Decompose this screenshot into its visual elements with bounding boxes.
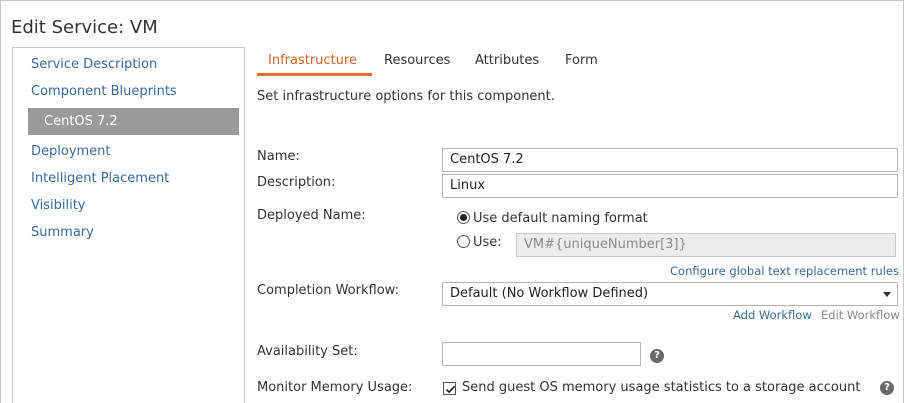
- default-naming-label: Use default naming format: [473, 211, 648, 226]
- name-input[interactable]: CentOS 7.2: [442, 148, 898, 172]
- tab-infrastructure[interactable]: Infrastructure: [268, 53, 357, 68]
- description-input[interactable]: Linux: [442, 174, 898, 198]
- sidebar-item-component-blueprints[interactable]: Component Blueprints: [31, 84, 177, 99]
- use-naming-radio[interactable]: [457, 235, 470, 248]
- completion-workflow-select[interactable]: Default (No Workflow Defined): [442, 282, 898, 306]
- completion-workflow-label: Completion Workflow:: [257, 283, 399, 298]
- sidebar-item-summary[interactable]: Summary: [31, 225, 94, 240]
- monitor-memory-checkbox-label: Send guest OS memory usage statistics to…: [462, 380, 861, 395]
- monitor-memory-label: Monitor Memory Usage:: [257, 380, 413, 395]
- active-tab-indicator: [257, 73, 372, 76]
- sidebar-item-deployment[interactable]: Deployment: [31, 144, 111, 159]
- sidebar-item-service-description[interactable]: Service Description: [31, 57, 157, 72]
- tab-attributes[interactable]: Attributes: [475, 53, 539, 68]
- availability-set-label: Availability Set:: [257, 344, 358, 359]
- custom-naming-input[interactable]: VM#{uniqueNumber[3]}: [516, 233, 896, 257]
- sidebar-item-visibility[interactable]: Visibility: [31, 198, 85, 213]
- question-circle-icon[interactable]: ?: [650, 349, 664, 363]
- intro-text: Set infrastructure options for this comp…: [257, 89, 555, 104]
- monitor-memory-checkbox[interactable]: [443, 382, 456, 395]
- sidebar: Service Description Component Blueprints…: [12, 47, 245, 403]
- deployed-name-label: Deployed Name:: [257, 208, 366, 223]
- sidebar-item-centos[interactable]: CentOS 7.2: [28, 108, 239, 135]
- default-naming-radio[interactable]: [457, 211, 470, 224]
- edit-workflow-link[interactable]: Edit Workflow: [821, 308, 900, 322]
- page-title: Edit Service: VM: [11, 17, 158, 38]
- chevron-down-icon: [883, 292, 891, 297]
- tab-form[interactable]: Form: [565, 53, 598, 68]
- add-workflow-link[interactable]: Add Workflow: [733, 308, 812, 322]
- tab-resources[interactable]: Resources: [384, 53, 450, 68]
- name-label: Name:: [257, 149, 300, 164]
- question-circle-icon[interactable]: ?: [880, 381, 894, 395]
- sidebar-item-intelligent-placement[interactable]: Intelligent Placement: [31, 171, 169, 186]
- description-label: Description:: [257, 175, 336, 190]
- use-naming-label: Use:: [473, 235, 502, 250]
- availability-set-input[interactable]: [442, 342, 641, 366]
- checkmark-icon: [445, 385, 456, 394]
- configure-replacement-rules-link[interactable]: Configure global text replacement rules: [670, 264, 899, 278]
- completion-workflow-value: Default (No Workflow Defined): [450, 286, 649, 301]
